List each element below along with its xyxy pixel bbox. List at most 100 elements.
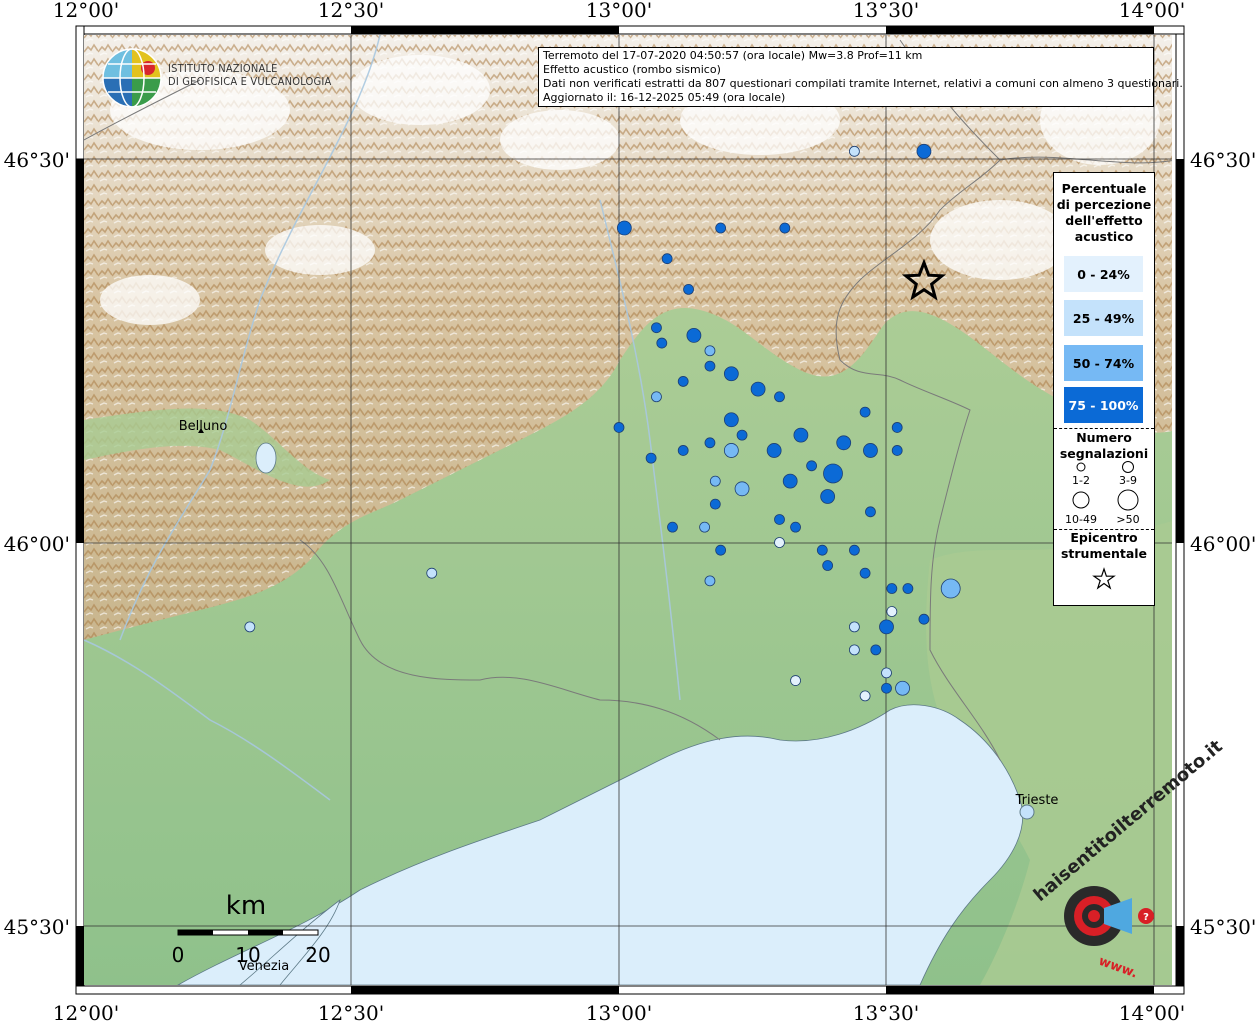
place-belluno: Belluno [179,419,228,434]
lat-label-left: 45°30' [4,915,70,939]
intensity-point [750,381,766,397]
intensity-point [859,690,871,702]
scale-tick: 20 [305,943,330,967]
intensity-point [774,514,785,525]
legend-size-label: 10-49 [1065,513,1097,526]
size-symbol-3 [1072,491,1090,509]
event-subtitle: Effetto acustico (rombo sismico) [543,63,721,76]
legend-class-2: 25 - 49% [1064,300,1143,336]
lat-label-right: 46°30' [1190,148,1256,172]
intensity-point [709,498,721,510]
size-symbol-2 [1122,461,1134,473]
legend-title-line: di percezione [1056,197,1152,212]
lat-label-left: 46°30' [4,148,70,172]
intensity-point [677,376,689,387]
intensity-point [782,473,798,489]
institute-line: DI GEOFISICA E VULCANOLOGIA [168,75,332,88]
legend-class-1: 0 - 24% [1064,256,1143,292]
intensity-point [699,521,710,533]
event-data-note: Dati non verificati estratti da 807 ques… [543,77,1183,90]
intensity-point [859,567,871,579]
intensity-point [895,680,910,696]
size-symbol-4 [1117,489,1139,511]
intensity-point [881,682,892,694]
legend-class-4: 75 - 100% [1064,387,1143,423]
intensity-point [723,412,739,428]
intensity-point [426,567,438,579]
intensity-point [704,575,716,587]
intensity-point [686,328,702,343]
intensity-point [704,360,716,372]
intensity-point [656,337,668,349]
scale-tick: 10 [235,943,260,967]
intensity-point [709,475,721,487]
legend-class-3: 50 - 74% [1064,345,1143,381]
lat-label-right: 46°00' [1190,532,1256,556]
legend-epicenter-title: Epicentro strumentale [1054,530,1154,562]
legend-title-line: Percentuale [1061,181,1147,196]
intensity-point [816,544,828,556]
intensity-point [651,322,662,334]
lon-label-top: 12°00' [53,0,119,22]
lon-label-bottom: 12°00' [53,1001,119,1024]
intensity-point [849,544,860,556]
legend-title: Percentuale di percezione dell'effetto a… [1054,181,1154,245]
intensity-point [879,619,894,635]
intensity-point [790,521,801,533]
lon-label-top: 13°00' [586,0,652,22]
intensity-point [849,644,860,656]
intensity-point [849,621,860,633]
lon-label-bottom: 13°30' [853,1001,919,1024]
legend-divider [1054,428,1154,429]
intensity-point [645,452,657,464]
intensity-point [683,283,694,295]
intensity-point [790,675,801,686]
intensity-point [886,606,898,617]
intensity-point [902,583,914,594]
intensity-point [886,583,898,594]
legend-size-label: 1-2 [1072,474,1090,487]
institute-line: ISTITUTO NAZIONALE [168,62,278,75]
intensity-point [881,667,892,679]
intensity-point [779,222,791,234]
legend-title-line: dell'effetto [1065,213,1143,228]
intensity-point [704,437,716,449]
legend-panel: Percentuale di percezione dell'effetto a… [1053,172,1155,606]
legend-size-label: 3-9 [1119,474,1137,487]
intensity-point [891,445,903,456]
lat-label-right: 45°30' [1190,915,1256,939]
intensity-point [793,427,809,443]
lat-label-left: 46°00' [4,532,70,556]
legend-epicenter-line: strumentale [1060,546,1148,561]
intensity-point [865,506,876,518]
event-info-box: Terremoto del 17-07-2020 04:50:57 (ora l… [538,47,1183,107]
lon-label-bottom: 14°00' [1119,1001,1185,1024]
intensity-point [940,578,961,599]
lon-label-bottom: 13°00' [586,1001,652,1024]
intensity-point [820,489,836,504]
institute-name: ISTITUTO NAZIONALE DI GEOFISICA E VULCAN… [168,62,331,88]
legend-epicenter-line: Epicentro [1070,530,1138,545]
intensity-point [667,521,678,533]
intensity-point [918,613,930,625]
intensity-point [723,443,739,458]
intensity-point [723,366,739,382]
scale-unit: km [226,891,266,921]
size-symbol-1 [1076,462,1086,472]
intensity-point [244,621,256,633]
place-trieste: Trieste [1015,793,1059,808]
intensity-point [715,222,727,234]
intensity-point [715,544,727,556]
lon-label-top: 14°00' [1119,0,1185,22]
intensity-point [806,460,817,472]
intensity-point [916,143,932,159]
event-title: Terremoto del 17-07-2020 04:50:57 (ora l… [543,49,923,62]
event-updated: Aggiornato il: 16-12-2025 05:49 (ora loc… [543,91,786,104]
ingv-logo-icon [102,48,162,108]
lon-label-bottom: 12°30' [318,1001,384,1024]
intensity-point [774,537,785,548]
intensity-point [766,443,782,458]
intensity-point [870,644,882,656]
lon-label-top: 13°30' [853,0,919,22]
legend-count-line: Numero [1076,430,1132,445]
